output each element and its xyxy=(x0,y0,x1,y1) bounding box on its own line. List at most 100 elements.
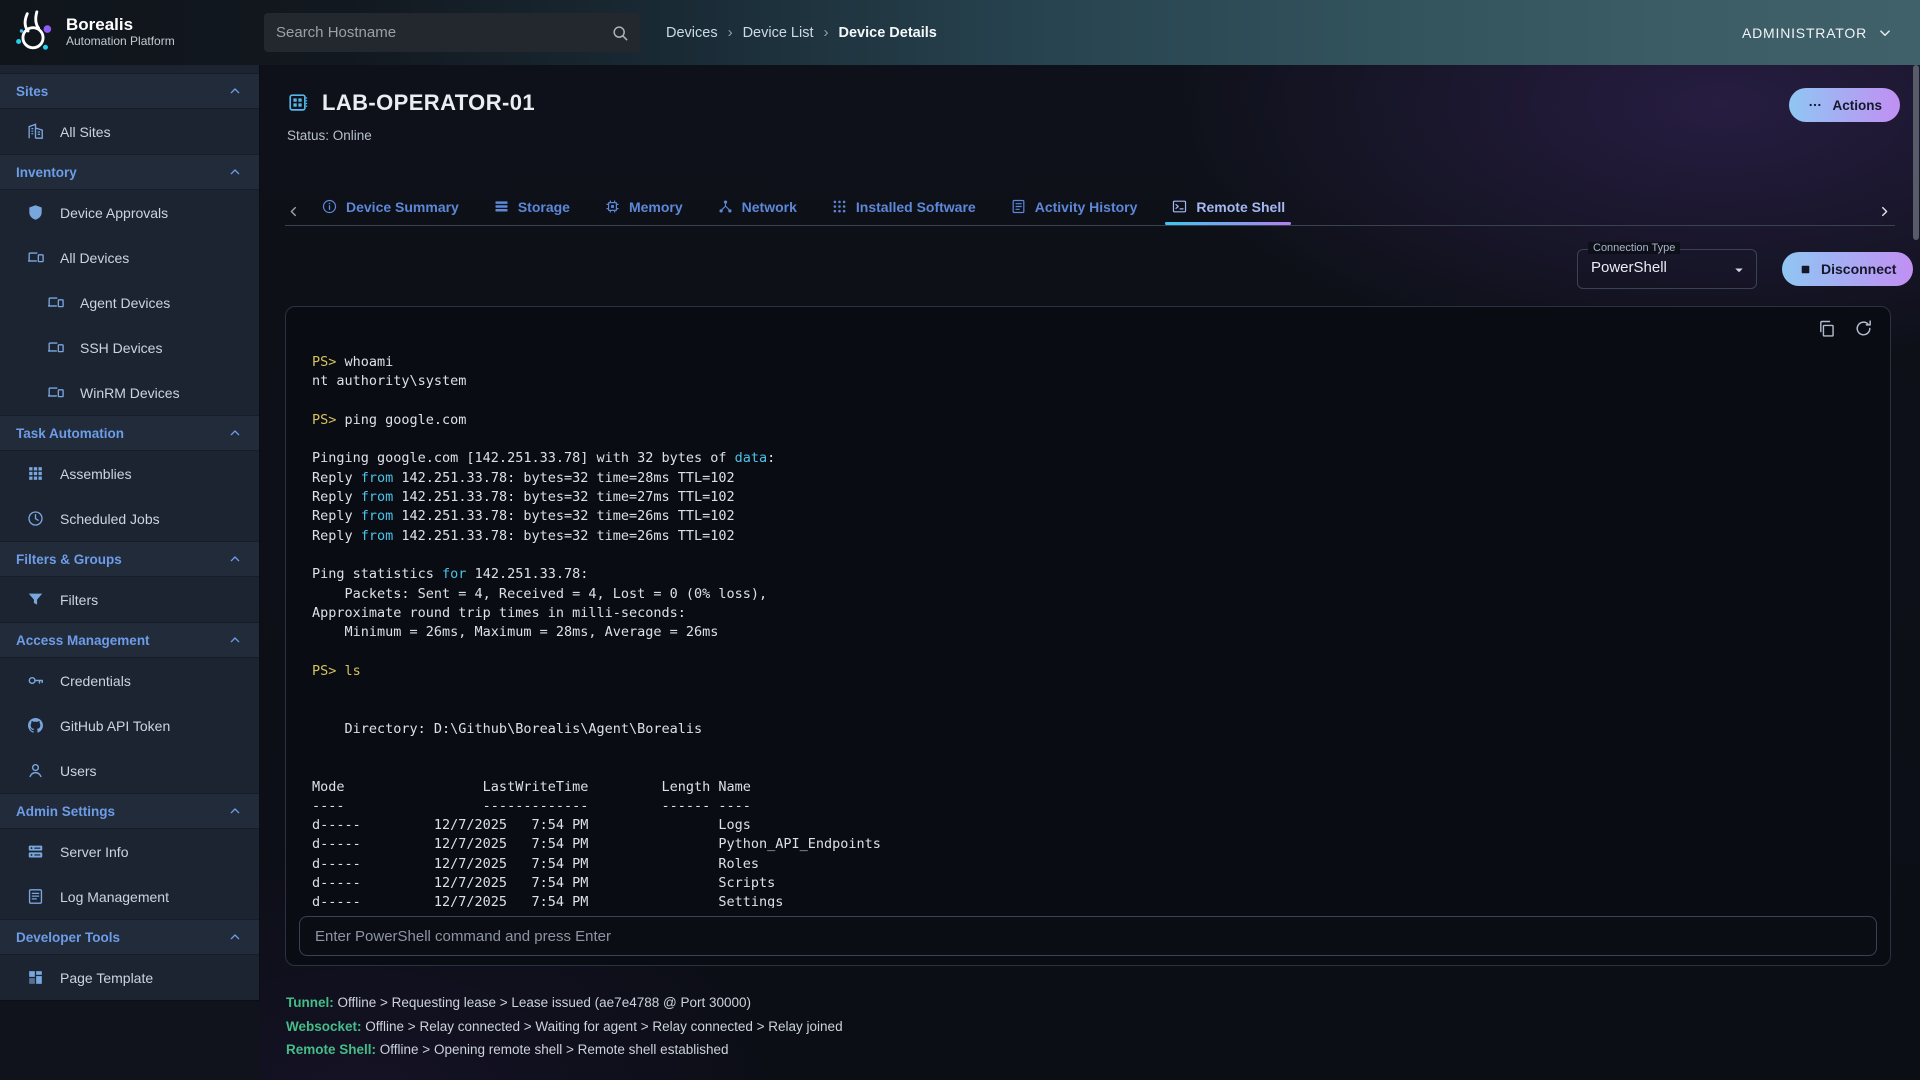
sidebar-item-label: Assemblies xyxy=(60,466,132,482)
terminal-line: Ping statistics for 142.251.33.78: xyxy=(312,565,1864,584)
sidebar-section-sites[interactable]: Sites xyxy=(0,73,259,109)
tab-bar: Device Summary Storage Memory Network Instal… xyxy=(285,197,1895,226)
connection-status-lines: Tunnel: Offline > Requesting lease > Lea… xyxy=(286,991,843,1062)
terminal-line xyxy=(312,739,1864,758)
terminal-toolbar xyxy=(1816,318,1874,339)
tab-storage[interactable]: Storage xyxy=(493,198,570,224)
history-icon xyxy=(1010,198,1027,215)
tab-installed-software[interactable]: Installed Software xyxy=(831,198,976,224)
apps-icon xyxy=(831,198,848,215)
terminal-line: nt authority\system xyxy=(312,372,1864,391)
tabs-scroll-right-icon[interactable] xyxy=(1876,203,1893,220)
chevron-up-icon xyxy=(227,803,243,819)
key-icon xyxy=(26,671,45,690)
sidebar-section-label: Sites xyxy=(16,84,48,99)
app-window: Borealis Automation Platform Devices › Dev… xyxy=(0,0,1920,1080)
sidebar-section-developer-tools[interactable]: Developer Tools xyxy=(0,919,259,955)
terminal-line: Directory: D:\Github\Borealis\Agent\Bore… xyxy=(312,720,1864,739)
terminal-line xyxy=(312,392,1864,411)
tab-device-summary[interactable]: Device Summary xyxy=(321,198,459,224)
disconnect-button[interactable]: Disconnect xyxy=(1782,252,1913,286)
sidebar-item-label: SSH Devices xyxy=(80,340,162,356)
sidebar-item-ssh-devices[interactable]: SSH Devices xyxy=(0,325,259,370)
terminal-line: PS> ping google.com xyxy=(312,411,1864,430)
tab-memory[interactable]: Memory xyxy=(604,198,683,224)
terminal-line: d----- 12/7/2025 7:54 PM Python_API_Endp… xyxy=(312,835,1864,854)
connection-type-label: Connection Type xyxy=(1588,242,1680,254)
sidebar-nav: SitesAll SitesInventoryDevice ApprovalsA… xyxy=(0,65,260,1001)
tabs-scroll-left-icon[interactable] xyxy=(285,203,302,220)
terminal-line xyxy=(312,546,1864,565)
log-icon xyxy=(26,887,45,906)
command-input[interactable] xyxy=(299,916,1877,956)
sidebar-item-users[interactable]: Users xyxy=(0,748,259,793)
terminal-line: Minimum = 26ms, Maximum = 28ms, Average … xyxy=(312,623,1864,642)
breadcrumb-item-devices[interactable]: Devices xyxy=(666,25,718,41)
devices-icon xyxy=(46,293,65,312)
terminal-panel: PS> whoamint authority\systemPS> ping go… xyxy=(285,306,1891,966)
status-line-tunnel: Tunnel: Offline > Requesting lease > Lea… xyxy=(286,991,843,1015)
sidebar-section-admin-settings[interactable]: Admin Settings xyxy=(0,793,259,829)
devices-icon xyxy=(46,338,65,357)
sidebar-item-credentials[interactable]: Credentials xyxy=(0,658,259,703)
connection-type-select[interactable]: Connection Type PowerShell xyxy=(1577,249,1757,289)
sidebar-item-label: Agent Devices xyxy=(80,295,170,311)
brand-name: Borealis xyxy=(66,15,175,34)
actions-button-label: Actions xyxy=(1832,98,1882,113)
sidebar-section-label: Filters & Groups xyxy=(16,552,122,567)
sidebar-item-all-devices[interactable]: All Devices xyxy=(0,235,259,280)
breadcrumb-item-device-list[interactable]: Device List xyxy=(743,25,814,41)
sidebar-item-assemblies[interactable]: Assemblies xyxy=(0,451,259,496)
actions-button[interactable]: Actions xyxy=(1789,88,1900,122)
terminal-line: Reply from 142.251.33.78: bytes=32 time=… xyxy=(312,527,1864,546)
terminal-output[interactable]: PS> whoamint authority\systemPS> ping go… xyxy=(286,307,1890,908)
page-scrollbar-thumb[interactable] xyxy=(1913,65,1919,240)
sidebar-item-label: WinRM Devices xyxy=(80,385,180,401)
sidebar-section-label: Inventory xyxy=(16,165,77,180)
terminal-line: d----- 12/7/2025 7:54 PM Settings xyxy=(312,893,1864,908)
sidebar-item-server-info[interactable]: Server Info xyxy=(0,829,259,874)
breadcrumb-separator-icon: › xyxy=(824,24,829,41)
grid-icon xyxy=(26,464,45,483)
stop-icon xyxy=(1799,263,1812,276)
tab-remote-shell[interactable]: Remote Shell xyxy=(1171,198,1285,224)
sidebar-item-all-sites[interactable]: All Sites xyxy=(0,109,259,154)
chevron-down-icon xyxy=(1876,24,1894,42)
sidebar-item-scheduled-jobs[interactable]: Scheduled Jobs xyxy=(0,496,259,541)
refresh-icon[interactable] xyxy=(1853,318,1874,339)
sidebar-item-label: All Sites xyxy=(60,124,111,140)
status-line-remote-shell: Remote Shell: Offline > Opening remote s… xyxy=(286,1038,843,1062)
breadcrumb-separator-icon: › xyxy=(728,24,733,41)
tab-network[interactable]: Network xyxy=(717,198,797,224)
filter-icon xyxy=(26,590,45,609)
terminal-line: Packets: Sent = 4, Received = 4, Lost = … xyxy=(312,585,1864,604)
tab-activity-history[interactable]: Activity History xyxy=(1010,198,1138,224)
search-input[interactable] xyxy=(264,24,610,41)
sidebar-section-label: Access Management xyxy=(16,633,150,648)
device-status: Status: Online xyxy=(287,128,372,143)
storage-icon xyxy=(493,198,510,215)
sidebar-section-task-automation[interactable]: Task Automation xyxy=(0,415,259,451)
terminal-line: d----- 12/7/2025 7:54 PM Roles xyxy=(312,855,1864,874)
sidebar-item-label: Page Template xyxy=(60,970,153,986)
sidebar-item-filters[interactable]: Filters xyxy=(0,577,259,622)
sidebar-item-log-management[interactable]: Log Management xyxy=(0,874,259,919)
sidebar-item-page-template[interactable]: Page Template xyxy=(0,955,259,1000)
sidebar-item-agent-devices[interactable]: Agent Devices xyxy=(0,280,259,325)
template-icon xyxy=(26,968,45,987)
terminal-line: d----- 12/7/2025 7:54 PM Scripts xyxy=(312,874,1864,893)
sidebar-section-inventory[interactable]: Inventory xyxy=(0,154,259,190)
sidebar-item-winrm-devices[interactable]: WinRM Devices xyxy=(0,370,259,415)
sidebar-item-label: GitHub API Token xyxy=(60,718,170,734)
user-menu[interactable]: ADMINISTRATOR xyxy=(1742,0,1894,65)
sidebar-item-label: Server Info xyxy=(60,844,128,860)
sidebar-item-github-api-token[interactable]: GitHub API Token xyxy=(0,703,259,748)
sidebar-item-device-approvals[interactable]: Device Approvals xyxy=(0,190,259,235)
sidebar-section-access-management[interactable]: Access Management xyxy=(0,622,259,658)
sidebar-section-label: Developer Tools xyxy=(16,930,120,945)
tab-label: Activity History xyxy=(1035,199,1138,215)
copy-icon[interactable] xyxy=(1816,318,1837,339)
brand[interactable]: Borealis Automation Platform xyxy=(10,8,175,54)
tab-label: Memory xyxy=(629,199,683,215)
sidebar-section-filters-groups[interactable]: Filters & Groups xyxy=(0,541,259,577)
